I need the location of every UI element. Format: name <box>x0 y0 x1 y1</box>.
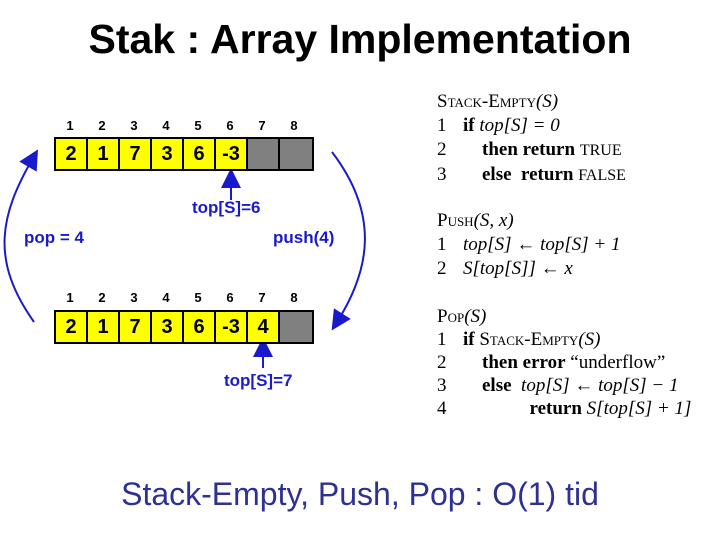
procedure-name: Push <box>437 210 474 231</box>
array-cell <box>248 139 280 169</box>
complexity-footer: Stack-Empty, Push, Pop : O(1) tid <box>121 476 599 512</box>
line-number: 1 <box>437 115 447 136</box>
procedure-args: (S) <box>464 306 487 327</box>
code-line: 2 then return TRUE <box>437 138 626 163</box>
code-line: 3 else return FALSE <box>437 163 626 188</box>
stack-empty-procedure: Stack-Empty(S) 1 if top[S] = 0 2 then ret… <box>437 90 626 188</box>
array-cell: -3 <box>216 139 248 169</box>
code-text: TRUE <box>579 142 622 159</box>
array-cell: -3 <box>216 312 248 342</box>
line-number: 1 <box>437 234 447 255</box>
index-label: 4 <box>162 118 170 133</box>
index-label: 7 <box>258 118 266 133</box>
line-number: 3 <box>437 164 447 185</box>
array-cell: 3 <box>152 139 184 169</box>
procedure-header: Pop(S) <box>437 305 691 328</box>
keyword: else return <box>482 164 574 185</box>
index-label: 6 <box>226 118 234 133</box>
line-number: 2 <box>437 139 447 160</box>
code-text: (S) <box>578 329 601 350</box>
array-cell: 2 <box>56 312 88 342</box>
array-cell <box>280 139 312 169</box>
index-row-after: 1 2 3 4 5 6 7 8 <box>54 290 310 305</box>
keyword: then return <box>482 139 576 160</box>
array-cell <box>280 312 312 342</box>
line-number: 2 <box>437 258 447 279</box>
code-line: 1 if top[S] = 0 <box>437 114 626 138</box>
code-text: top[S] ← top[S] − 1 <box>521 375 679 396</box>
top-label-after: top[S]=7 <box>224 371 293 390</box>
line-number: 2 <box>437 352 447 373</box>
array-cell: 1 <box>88 139 120 169</box>
push-label: push(4) <box>273 228 335 247</box>
index-label: 8 <box>290 118 298 133</box>
index-label: 5 <box>194 290 202 305</box>
code-text: top[S] ← top[S] + 1 <box>463 234 621 255</box>
keyword: return <box>529 398 582 419</box>
index-label: 4 <box>162 290 170 305</box>
array-cell: 3 <box>152 312 184 342</box>
procedure-name: Pop <box>437 306 465 327</box>
code-line: 2 then error “underflow” <box>437 351 691 374</box>
index-label: 1 <box>66 118 74 133</box>
top-label-before: top[S]=6 <box>192 198 261 217</box>
keyword: if <box>463 115 475 136</box>
push-curve-arrow <box>331 151 366 331</box>
array-cell: 2 <box>56 139 88 169</box>
procedure-args: (S, x) <box>473 210 514 231</box>
index-label: 3 <box>130 118 138 133</box>
array-after: 2 1 7 3 6 -3 4 <box>54 310 314 344</box>
procedure-args: (S) <box>535 91 559 112</box>
keyword: if <box>463 329 475 350</box>
code-text: S[top[S] + 1] <box>586 398 692 419</box>
index-label: 2 <box>98 290 106 305</box>
index-label: 8 <box>290 290 298 305</box>
code-line: 1 if Stack-Empty(S) <box>437 328 691 351</box>
keyword: then error <box>482 352 566 373</box>
code-text: Stack-Empty <box>479 329 579 350</box>
line-number: 1 <box>437 329 447 350</box>
array-cell: 4 <box>248 312 280 342</box>
code-text: “underflow” <box>570 352 666 373</box>
code-text: S[top[S]] ← x <box>463 258 573 279</box>
code-text: top[S] = 0 <box>479 115 560 136</box>
push-procedure: Push(S, x) 1 top[S] ← top[S] + 1 2 S[top[S… <box>437 209 620 281</box>
array-cell: 7 <box>120 139 152 169</box>
array-cell: 7 <box>120 312 152 342</box>
index-label: 7 <box>258 290 266 305</box>
keyword: else <box>482 375 512 396</box>
pop-label: pop = 4 <box>24 228 84 247</box>
array-cell: 6 <box>184 139 216 169</box>
line-number: 3 <box>437 375 447 396</box>
procedure-header: Push(S, x) <box>437 209 620 233</box>
code-line: 2 S[top[S]] ← x <box>437 257 620 281</box>
procedure-header: Stack-Empty(S) <box>437 90 626 114</box>
procedure-name: Stack-Empty <box>437 91 536 112</box>
code-line: 3 else top[S] ← top[S] − 1 <box>437 374 691 397</box>
array-cell: 1 <box>88 312 120 342</box>
code-line: 1 top[S] ← top[S] + 1 <box>437 233 620 257</box>
index-label: 2 <box>98 118 106 133</box>
code-line: 4 return S[top[S] + 1] <box>437 397 691 420</box>
index-label: 1 <box>66 290 74 305</box>
index-label: 6 <box>226 290 234 305</box>
pop-procedure: Pop(S) 1 if Stack-Empty(S) 2 then error “… <box>437 305 691 420</box>
code-text: FALSE <box>578 167 626 184</box>
line-number: 4 <box>437 398 447 419</box>
array-cell: 6 <box>184 312 216 342</box>
index-row-before: 1 2 3 4 5 6 7 8 <box>54 118 310 133</box>
index-label: 5 <box>194 118 202 133</box>
index-label: 3 <box>130 290 138 305</box>
array-before: 2 1 7 3 6 -3 <box>54 137 314 171</box>
